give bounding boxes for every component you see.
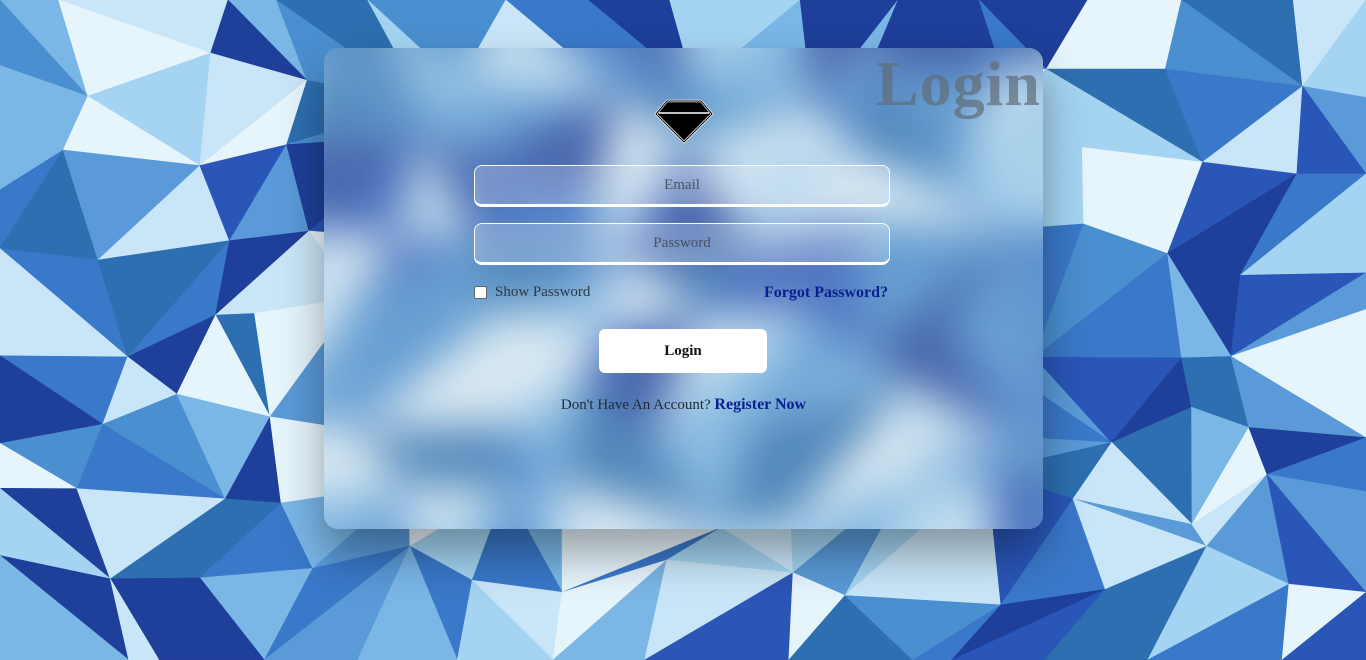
show-password-label[interactable]: Show Password: [495, 284, 590, 301]
register-link[interactable]: Register Now: [714, 396, 806, 413]
register-row: Don't Have An Account? Register Now: [324, 396, 1043, 414]
page-title: Login: [875, 48, 1041, 119]
show-password-row: Show Password: [474, 284, 590, 301]
diamond-icon: [654, 99, 714, 144]
forgot-password-link[interactable]: Forgot Password?: [764, 284, 888, 302]
password-input[interactable]: [474, 223, 890, 265]
login-button[interactable]: Login: [599, 329, 767, 373]
show-password-checkbox[interactable]: [474, 286, 487, 299]
login-card: Login Show Password Forgot Password? Log…: [324, 48, 1043, 529]
email-input[interactable]: [474, 165, 890, 207]
card-content: Login Show Password Forgot Password? Log…: [324, 48, 1043, 529]
register-prompt: Don't Have An Account?: [560, 397, 711, 413]
